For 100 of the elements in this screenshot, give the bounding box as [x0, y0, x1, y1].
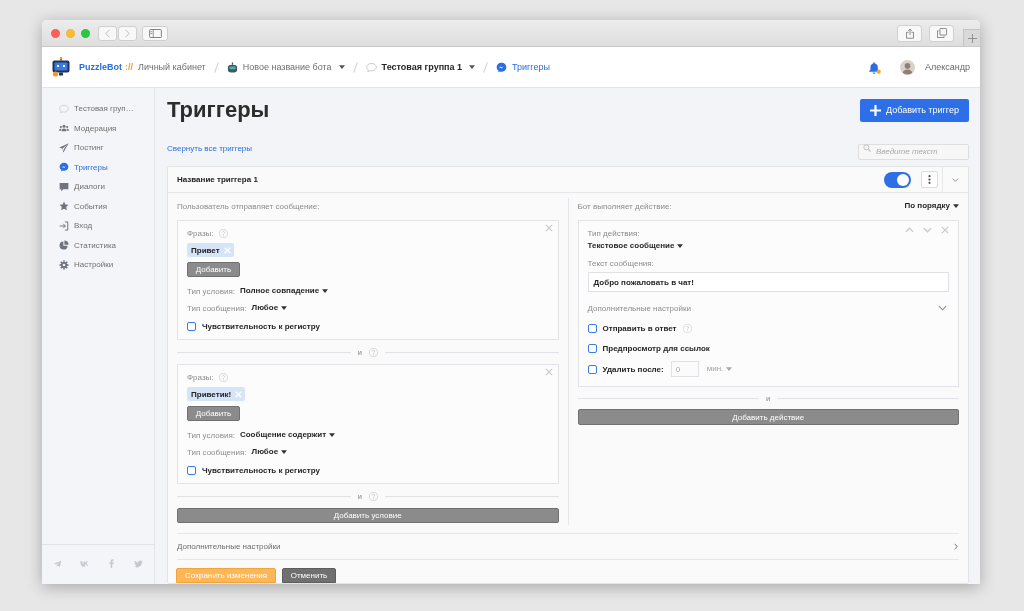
field-label: Фразы: — [187, 372, 214, 382]
checkbox[interactable] — [587, 323, 597, 333]
speech-bubble-icon — [59, 181, 69, 192]
checkbox-label[interactable]: Предпросмотр для ссылок — [602, 343, 710, 353]
sidebar-item[interactable]: Триггеры — [42, 157, 154, 177]
phrase-tag[interactable]: Привет — [187, 243, 234, 257]
sidebar-item[interactable]: Модерация — [42, 118, 154, 138]
sidebar-item[interactable]: Тестовая груп… — [42, 99, 154, 119]
toggle-switch[interactable] — [884, 171, 911, 188]
joiner-label: и — [766, 393, 771, 403]
chevron-down-icon[interactable] — [923, 227, 932, 233]
brand-name[interactable]: PuzzleBot — [79, 62, 122, 72]
sidebar-item[interactable]: Постинг — [42, 138, 154, 158]
caret-icon — [677, 244, 684, 248]
minimize-window-icon[interactable] — [66, 28, 75, 38]
new-tab-button[interactable] — [963, 29, 980, 46]
joiner-label: и — [357, 491, 362, 501]
more-button[interactable] — [921, 171, 938, 188]
section-label: Пользователь отправляет сообщение: — [177, 201, 320, 211]
field-label: Тип условия: — [187, 430, 235, 440]
field-label: Тип сообщения: — [187, 303, 247, 313]
cancel-button[interactable]: Отменить — [282, 568, 336, 583]
help-icon[interactable] — [369, 347, 378, 357]
star-icon — [59, 201, 69, 212]
plus-icon — [967, 33, 977, 43]
checkbox-label[interactable]: Чувствительность к регистру — [202, 465, 320, 475]
message-type-dropdown[interactable]: Любое — [251, 446, 288, 458]
help-icon[interactable] — [218, 228, 228, 238]
message-input[interactable]: Добро пожаловать в чат! — [587, 272, 949, 292]
close-icon[interactable] — [544, 368, 553, 376]
facebook-icon[interactable] — [109, 559, 114, 568]
vk-icon[interactable] — [80, 559, 89, 568]
help-icon[interactable] — [682, 323, 692, 333]
order-dropdown[interactable]: По порядку — [904, 200, 959, 212]
tab-overview-button[interactable] — [929, 24, 954, 42]
tabs-icon — [936, 28, 947, 38]
checkbox[interactable] — [587, 364, 597, 374]
minutes-input[interactable]: 0 — [670, 361, 699, 377]
page-title: Триггеры — [167, 97, 270, 123]
field-label: Тип условия: — [187, 286, 235, 296]
caret-icon — [329, 433, 336, 437]
brand-separator: :// — [125, 62, 133, 72]
chevron-up-icon[interactable] — [905, 227, 914, 233]
kebab-icon — [928, 175, 931, 184]
breadcrumb-link[interactable]: Триггеры — [496, 61, 550, 73]
add-action-button[interactable]: Добавить действие — [577, 409, 959, 425]
chat-bubble-icon — [59, 103, 69, 114]
close-icon[interactable] — [544, 224, 553, 232]
chevron-down-icon[interactable] — [938, 305, 947, 311]
user-name[interactable]: Александр — [924, 62, 970, 72]
sidebar-item[interactable]: Настройки — [42, 255, 154, 275]
settings-label[interactable]: Дополнительные настройки — [587, 303, 691, 313]
add-condition-button[interactable]: Добавить условие — [177, 508, 559, 523]
search-field[interactable]: Введите текст — [858, 143, 969, 160]
sidebar-item[interactable]: Статистика — [42, 235, 154, 255]
caret-icon — [281, 450, 288, 454]
close-icon[interactable] — [941, 226, 949, 234]
checkbox-label[interactable]: Чувствительность к регистру — [202, 321, 320, 331]
remove-icon[interactable] — [223, 246, 231, 254]
field-label: Фразы: — [187, 228, 214, 238]
breadcrumb-link[interactable]: Личный кабинет — [138, 62, 206, 72]
add-phrase-button[interactable]: Добавить — [187, 406, 240, 421]
add-trigger-button[interactable]: Добавить триггер — [860, 98, 969, 122]
collapse-all-link[interactable]: Свернуть все триггеры — [167, 143, 253, 153]
sidebar-toggle-button[interactable] — [142, 25, 168, 41]
checkbox-label[interactable]: Удалить после: — [602, 364, 664, 374]
share-icon — [905, 27, 914, 39]
phrase-tag[interactable]: Приветик! — [187, 387, 246, 401]
trigger-name: Название триггера 1 — [177, 175, 258, 184]
bird-icon[interactable] — [134, 559, 143, 568]
sidebar-item[interactable]: Вход — [42, 216, 154, 236]
message-type-dropdown[interactable]: Любое — [251, 302, 288, 314]
checkbox[interactable] — [587, 343, 597, 353]
share-button[interactable] — [897, 24, 922, 42]
breadcrumb-link[interactable]: Тестовая группа 1 — [365, 61, 476, 73]
forward-button[interactable] — [118, 25, 137, 41]
close-window-icon[interactable] — [51, 28, 60, 38]
field-label: Текст сообщения: — [587, 258, 654, 268]
zoom-window-icon[interactable] — [81, 28, 90, 38]
breadcrumb-link[interactable]: Новое название бота — [226, 61, 345, 73]
back-button[interactable] — [98, 25, 117, 41]
action-type-dropdown[interactable]: Текстовое сообщение — [587, 240, 684, 252]
avatar-icon[interactable] — [899, 59, 915, 75]
condition-type-dropdown[interactable]: Сообщение содержит — [239, 429, 336, 441]
checkbox[interactable] — [187, 321, 196, 331]
condition-type-dropdown[interactable]: Полное совпадение — [239, 285, 329, 297]
checkbox-label[interactable]: Отправить в ответ — [602, 323, 677, 333]
sidebar-item[interactable]: События — [42, 196, 154, 216]
add-phrase-button[interactable]: Добавить — [187, 262, 240, 277]
help-icon[interactable] — [369, 491, 378, 501]
sidebar-item[interactable]: Диалоги — [42, 177, 154, 197]
help-icon[interactable] — [218, 372, 228, 382]
paper-plane-icon[interactable] — [53, 559, 62, 568]
advanced-settings-row[interactable]: Дополнительные настройки — [177, 533, 959, 560]
robot-logo-icon[interactable] — [52, 57, 70, 77]
checkbox[interactable] — [187, 465, 196, 475]
bell-icon[interactable] — [867, 60, 881, 74]
remove-icon[interactable] — [235, 390, 243, 398]
chevron-down-icon[interactable] — [952, 177, 959, 182]
people-icon — [59, 123, 69, 134]
